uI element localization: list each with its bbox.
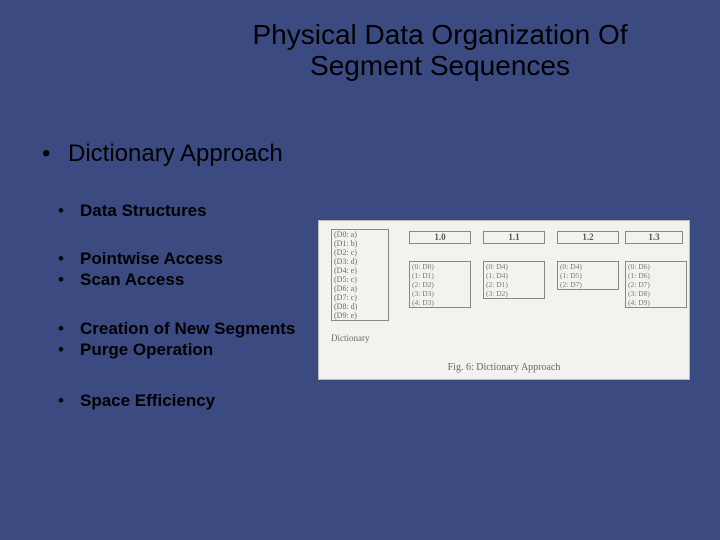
top-bullet-list: Dictionary Approach — [42, 140, 283, 196]
seg-entry: (2: D2) — [412, 280, 468, 289]
seg-entry: (2: D1) — [486, 280, 542, 289]
dict-entry: (D1: b) — [332, 239, 388, 248]
dictionary-label: Dictionary — [331, 333, 370, 343]
seg-entry: (1: D5) — [560, 271, 616, 280]
dict-entry: (D9: e) — [332, 311, 388, 320]
segment-column-3: (0: D6) (1: D6) (2: D7) (3: D8) (4: D9) — [625, 261, 687, 308]
seg-entry: (0: D6) — [628, 262, 684, 271]
seg-entry: (0: D4) — [486, 262, 542, 271]
seg-entry: (4: D9) — [628, 298, 684, 307]
sub-bullets-space: Space Efficiency — [58, 390, 215, 411]
bullet-space-efficiency: Space Efficiency — [58, 390, 215, 411]
seg-entry: (2: D7) — [628, 280, 684, 289]
time-header: 1.3 — [625, 231, 683, 244]
sub-bullets-data-structures: Data Structures — [58, 200, 207, 221]
bullet-data-structures: Data Structures — [58, 200, 207, 221]
seg-entry: (3: D2) — [486, 289, 542, 298]
sub-bullets-operations: Creation of New Segments Purge Operation — [58, 318, 295, 361]
seg-entry: (1: D1) — [412, 271, 468, 280]
slide-title: Physical Data Organization Of Segment Se… — [210, 20, 670, 82]
seg-entry: (3: D8) — [628, 289, 684, 298]
dict-entry: (D7: c) — [332, 293, 388, 302]
dict-entry: (D0: a) — [332, 230, 388, 239]
title-line-1: Physical Data Organization Of — [252, 19, 627, 50]
seg-entry: (0: D4) — [560, 262, 616, 271]
seg-entry: (0: D0) — [412, 262, 468, 271]
segment-column-2: (0: D4) (1: D5) (2: D7) — [557, 261, 619, 290]
seg-entry: (4: D3) — [412, 298, 468, 307]
dict-entry: (D4: e) — [332, 266, 388, 275]
title-line-2: Segment Sequences — [310, 50, 570, 81]
bullet-purge: Purge Operation — [58, 339, 295, 360]
sub-bullets-access: Pointwise Access Scan Access — [58, 248, 223, 291]
figure-caption: Fig. 6: Dictionary Approach — [319, 362, 689, 373]
seg-entry: (2: D7) — [560, 280, 616, 289]
bullet-dictionary-approach: Dictionary Approach — [42, 140, 283, 168]
time-header: 1.2 — [557, 231, 619, 244]
bullet-scan-access: Scan Access — [58, 269, 223, 290]
dict-entry: (D5: c) — [332, 275, 388, 284]
dict-entry: (D3: d) — [332, 257, 388, 266]
segment-column-0: (0: D0) (1: D1) (2: D2) (3: D3) (4: D3) — [409, 261, 471, 308]
time-header: 1.0 — [409, 231, 471, 244]
dict-entry: (D2: c) — [332, 248, 388, 257]
dict-entry: (D8: d) — [332, 302, 388, 311]
slide: Physical Data Organization Of Segment Se… — [0, 0, 720, 540]
dict-entry: (D6: a) — [332, 284, 388, 293]
segment-column-1: (0: D4) (1: D4) (2: D1) (3: D2) — [483, 261, 545, 299]
seg-entry: (1: D4) — [486, 271, 542, 280]
bullet-creation: Creation of New Segments — [58, 318, 295, 339]
bullet-pointwise-access: Pointwise Access — [58, 248, 223, 269]
dictionary-box: (D0: a) (D1: b) (D2: c) (D3: d) (D4: e) … — [331, 229, 389, 321]
seg-entry: (1: D6) — [628, 271, 684, 280]
time-header: 1.1 — [483, 231, 545, 244]
figure-dictionary-approach: (D0: a) (D1: b) (D2: c) (D3: d) (D4: e) … — [318, 220, 690, 380]
seg-entry: (3: D3) — [412, 289, 468, 298]
